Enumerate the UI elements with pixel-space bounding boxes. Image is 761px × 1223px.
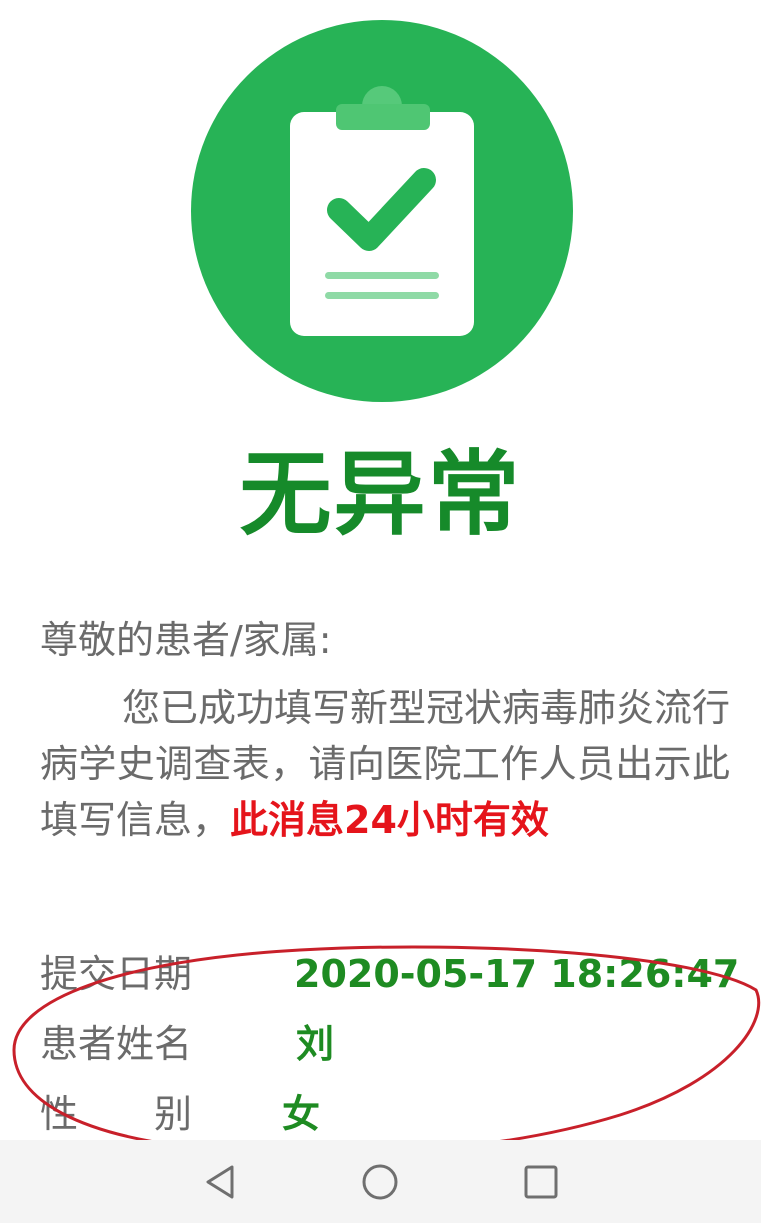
validity-notice: 此消息24小时有效 [230, 798, 549, 842]
result-page: 无异常 尊敬的患者/家属: 您已成功填写新型冠状病毒肺炎流行病学史调查表，请向医… [0, 0, 761, 1223]
gender-label: 性别 [40, 1084, 192, 1144]
status-title: 无异常 [239, 441, 522, 548]
patient-name-value: 刘 [296, 1022, 335, 1066]
gender-label-char-1: 性 [40, 1092, 79, 1136]
submit-date-label: 提交日期 [40, 952, 193, 996]
recents-square-icon[interactable] [517, 1158, 565, 1206]
home-circle-icon[interactable] [356, 1158, 404, 1206]
gender-row: 性别 女 [40, 1084, 740, 1144]
navigation-bar [0, 1140, 761, 1223]
back-triangle-icon[interactable] [196, 1158, 244, 1206]
patient-name-label: 患者姓名 [40, 1022, 193, 1066]
status-badge-graphic [191, 20, 573, 402]
submit-date-row: 提交日期 2020-05-17 18:26:47 [40, 944, 740, 1004]
clipboard-check-icon [191, 20, 573, 402]
greeting-text: 尊敬的患者/家属: [40, 618, 332, 662]
gender-label-char-2: 别 [154, 1092, 193, 1136]
gender-value: 女 [282, 1092, 321, 1136]
message-body: 您已成功填写新型冠状病毒肺炎流行病学史调查表，请向医院工作人员出示此填写信息，此… [40, 680, 730, 848]
patient-name-row: 患者姓名 刘 [40, 1014, 740, 1074]
submit-date-value: 2020-05-17 18:26:47 [294, 952, 740, 996]
name-redaction [340, 1026, 384, 1066]
